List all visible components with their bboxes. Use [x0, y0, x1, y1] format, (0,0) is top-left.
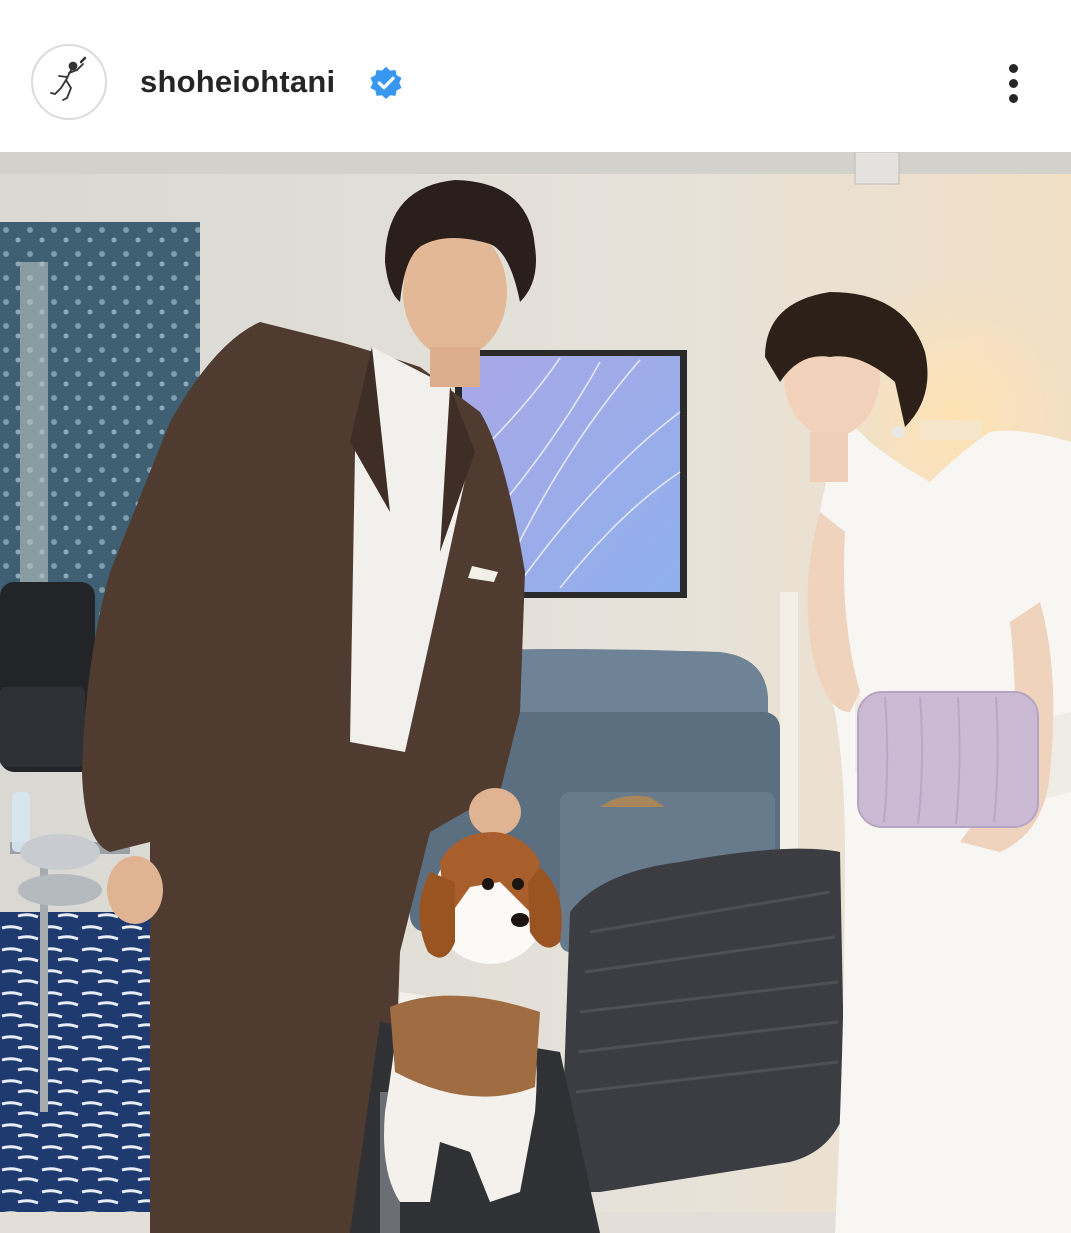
profile-avatar[interactable] — [31, 44, 107, 120]
photo-illustration — [0, 152, 1071, 1233]
username[interactable]: shoheiohtani — [140, 62, 335, 102]
post-header: shoheiohtani — [0, 0, 1071, 152]
post-photo — [0, 152, 1071, 1233]
baseball-player-sketch-icon — [50, 56, 87, 101]
more-options-icon[interactable] — [996, 58, 1032, 108]
verified-badge-icon — [370, 66, 402, 100]
